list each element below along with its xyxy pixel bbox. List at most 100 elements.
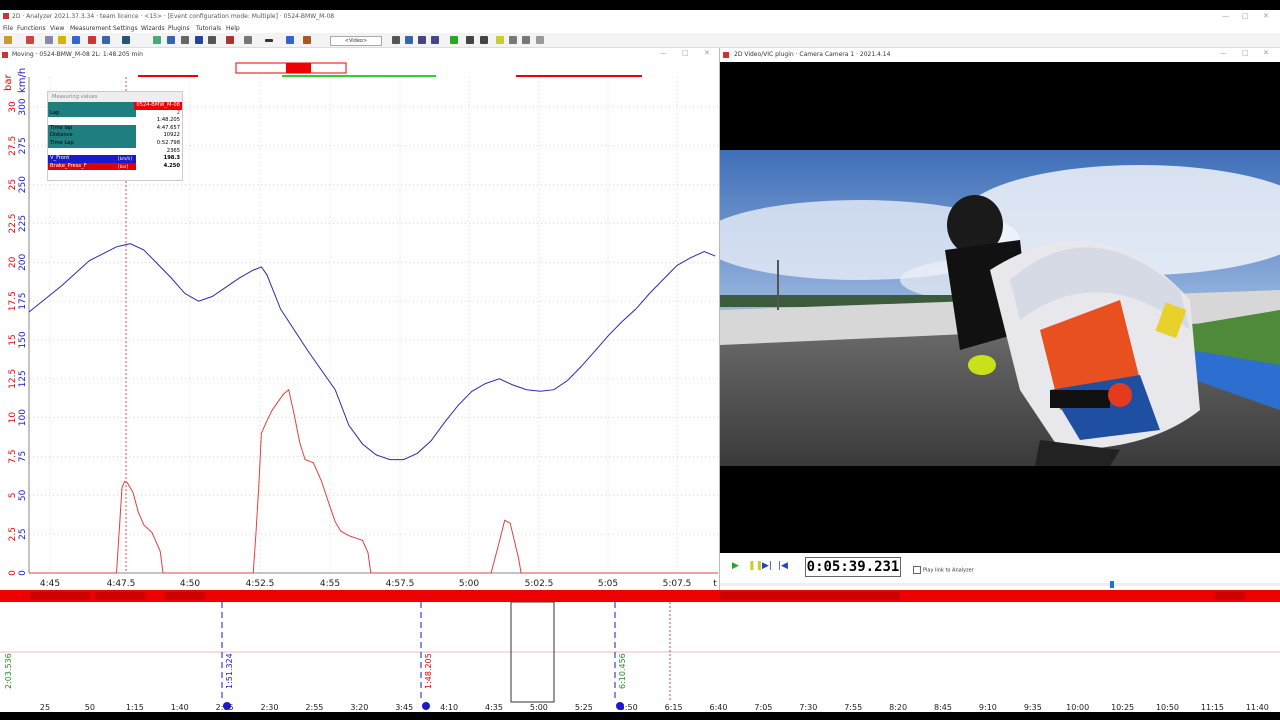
video-maximize-icon[interactable]: □ xyxy=(1242,49,1249,57)
overview-tick-label: 1:15 xyxy=(126,703,144,712)
video-window-icon xyxy=(723,52,729,58)
chart-close-icon[interactable]: ✕ xyxy=(704,49,710,57)
open-file-icon[interactable] xyxy=(4,36,12,44)
video-close-icon[interactable]: ✕ xyxy=(1263,49,1269,57)
status-cell xyxy=(95,592,145,600)
segment-bar-green xyxy=(282,75,436,77)
minimize-icon[interactable]: — xyxy=(1222,12,1229,20)
bulb-icon[interactable] xyxy=(496,36,504,44)
close-icon[interactable]: ✕ xyxy=(1263,12,1269,20)
zoom-in-icon[interactable] xyxy=(466,36,474,44)
zoom-out-icon[interactable] xyxy=(480,36,488,44)
video-minimize-icon[interactable]: — xyxy=(1220,49,1227,57)
play-icon[interactable]: ▶ xyxy=(732,561,739,571)
play-link-checkbox[interactable]: Play link to Analyzer xyxy=(913,566,974,574)
grid-icon[interactable] xyxy=(509,36,517,44)
play-link-box[interactable] xyxy=(913,566,921,574)
vb-icon[interactable] xyxy=(431,36,439,44)
bar-tick-label: 20 xyxy=(8,256,18,268)
connect-icon[interactable] xyxy=(58,36,66,44)
globe-icon[interactable] xyxy=(244,36,252,44)
kmh-tick-label: 225 xyxy=(18,215,28,232)
measuring-row-label: Lap xyxy=(48,109,136,118)
measuring-row-value: 1:48.205 xyxy=(156,117,180,124)
menu-help[interactable]: Help xyxy=(226,25,240,32)
lap-overview-timeline[interactable]: 2:03.536 1:51.324 1:48.205 6:10.456 25 50… xyxy=(0,601,1280,712)
lines-icon[interactable] xyxy=(265,39,273,42)
chart-maximize-icon[interactable]: □ xyxy=(682,49,689,57)
list-icon[interactable] xyxy=(522,36,530,44)
screen-top-border xyxy=(0,0,1280,10)
x-tick-label: 5:00 xyxy=(459,579,479,589)
undo-icon[interactable] xyxy=(450,36,458,44)
overview-tick-label: 6:40 xyxy=(710,703,728,712)
video-scrubber-track[interactable] xyxy=(720,583,1280,586)
overview-tick-label: 5:25 xyxy=(575,703,593,712)
menu-plugins[interactable]: Plugins xyxy=(168,25,190,32)
menu-file[interactable]: File xyxy=(3,25,13,32)
overview-tick-label: 10:50 xyxy=(1156,703,1179,712)
page-icon[interactable] xyxy=(195,36,203,44)
menu-wizards[interactable]: Wizards xyxy=(141,25,165,32)
layout-icon[interactable] xyxy=(181,36,189,44)
import-icon[interactable] xyxy=(26,36,34,44)
measuring-row: Brake_Press_F [bar] 4.250 xyxy=(48,162,182,171)
pause-icon[interactable]: ❚❚ xyxy=(748,561,763,571)
status-cell xyxy=(1215,592,1245,600)
graph-icon[interactable] xyxy=(153,36,161,44)
step-forward-icon[interactable]: ▶| xyxy=(762,561,772,571)
measuring-rows: Lap 2 1:48.205 Time lap 4:47.657 Distance 1092… xyxy=(48,109,182,171)
measuring-values-title: Measuring values xyxy=(48,92,182,102)
menu-functions[interactable]: Functions xyxy=(17,25,46,32)
overview-tick-label: 4:10 xyxy=(440,703,458,712)
chart-window-header: Moving · 0524-BMW_M-08 2L: 1:48.205 min … xyxy=(0,48,719,62)
save-icon[interactable] xyxy=(45,36,53,44)
video-scrubber-handle[interactable] xyxy=(1110,581,1114,588)
marker-icon[interactable] xyxy=(226,36,234,44)
pen-icon[interactable] xyxy=(392,36,400,44)
video-frame[interactable] xyxy=(720,150,1280,466)
chart-minimize-icon[interactable]: — xyxy=(660,49,667,57)
measuring-row: V_Front [km/h] 198.3 xyxy=(48,155,182,163)
menu-view[interactable]: View xyxy=(50,25,64,32)
lap-start-marker[interactable] xyxy=(616,702,624,710)
measuring-row-value: 2365 xyxy=(166,147,180,154)
status-cell xyxy=(165,592,205,600)
video-timecode: 0:05:39.231 xyxy=(805,557,901,577)
tree-icon[interactable] xyxy=(286,36,294,44)
overview-tick-label: 4:35 xyxy=(485,703,503,712)
main-toolbar: <Video> xyxy=(0,33,1280,48)
measuring-values-panel[interactable]: Measuring values 0524-BMW_M-08 Lap 2 1:48.… xyxy=(47,91,183,181)
maximize-icon[interactable]: □ xyxy=(1242,12,1249,20)
bar-tick-label: 25 xyxy=(8,179,18,190)
chart-window: Moving · 0524-BMW_M-08 2L: 1:48.205 min … xyxy=(0,48,720,603)
chart-icon[interactable] xyxy=(88,36,96,44)
measuring-row-label: Distance xyxy=(48,132,136,140)
video-dropdown[interactable]: <Video> xyxy=(330,36,382,46)
kmh-tick-label: 200 xyxy=(18,253,28,270)
cursor-icon[interactable] xyxy=(405,36,413,44)
lap-start-marker[interactable] xyxy=(223,702,231,710)
x-axis-ticks: 4:45 4:47.5 4:50 4:52.5 4:55 4:57.5 5:00 5:02.5… xyxy=(40,579,717,589)
axis-icon[interactable] xyxy=(122,36,130,44)
bars-icon[interactable] xyxy=(167,36,175,44)
menu-settings[interactable]: Settings xyxy=(113,25,138,32)
x-tick-label: 5:07.5 xyxy=(663,579,692,589)
lap-start-marker[interactable] xyxy=(422,702,430,710)
bar-tick-label: 2.5 xyxy=(8,527,18,541)
menu-measurement[interactable]: Measurement xyxy=(70,25,111,32)
lap-overview-panel[interactable]: 2:03.536 1:51.324 1:48.205 6:10.456 25 50… xyxy=(0,601,1280,712)
vw-icon[interactable] xyxy=(418,36,426,44)
menu-lines-icon[interactable] xyxy=(536,36,544,44)
tools-icon[interactable] xyxy=(303,36,311,44)
menu-bar: File Functions View Measurement Settings… xyxy=(0,23,1280,33)
refresh-icon[interactable] xyxy=(72,36,80,44)
channel-status-strip[interactable] xyxy=(0,590,1280,602)
print-icon[interactable] xyxy=(208,36,216,44)
bar-axis-unit: bar xyxy=(3,74,14,91)
measuring-row-unit: [bar] xyxy=(118,163,129,169)
rewind-icon[interactable]: |◀ xyxy=(778,561,788,571)
menu-tutorials[interactable]: Tutorials xyxy=(196,25,221,32)
table-icon[interactable] xyxy=(102,36,110,44)
bar-tick-label: 15 xyxy=(8,334,18,345)
